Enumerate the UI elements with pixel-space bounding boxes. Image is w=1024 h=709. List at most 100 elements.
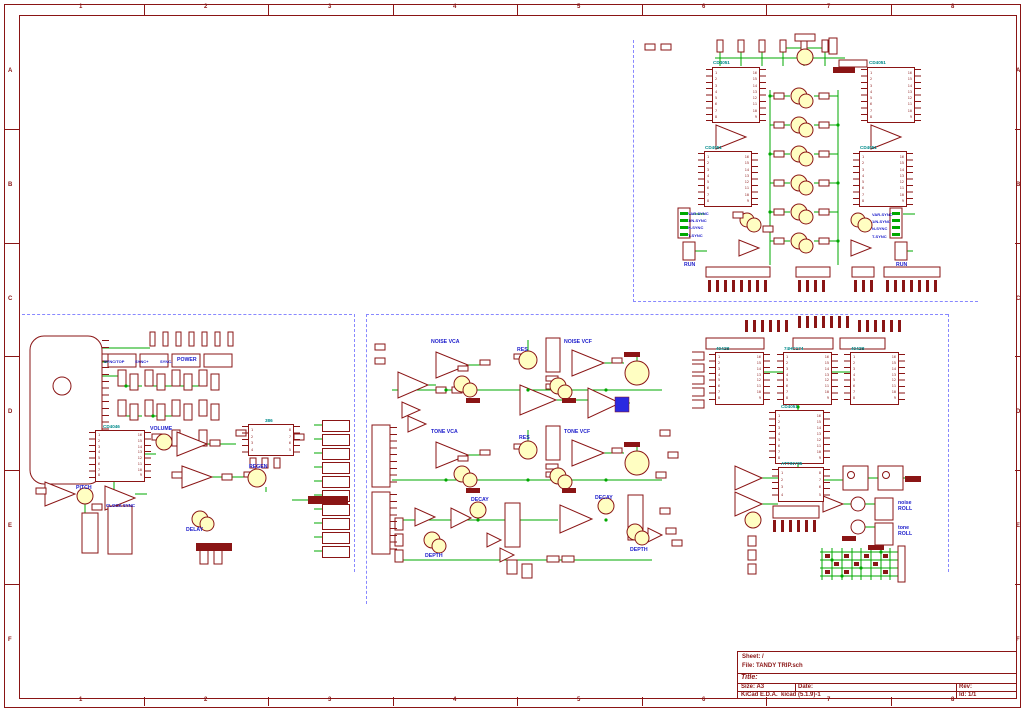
net-label-noise-vca[interactable]: NOISE VCA (431, 339, 460, 345)
pin-numbers: 1 2 3 4 5 6 7 8 (786, 355, 788, 402)
pin-numbers: 1 2 3 4 5 6 7 8 (853, 355, 855, 402)
pin-header[interactable] (854, 280, 874, 292)
net-label-regen[interactable]: REGEN (249, 464, 267, 470)
zone-col: 1 (79, 697, 82, 703)
ic-cd4051-1[interactable]: 1 2 3 4 5 6 7 8 16 15 14 13 12 11 10 9 (712, 67, 760, 123)
pin-header[interactable] (858, 320, 904, 332)
net-label-pitch[interactable]: PITCH (76, 485, 92, 491)
titleblock-date: Date: (798, 684, 813, 690)
pin-header[interactable] (745, 320, 791, 332)
pin-header[interactable] (798, 280, 830, 292)
tick (393, 4, 394, 15)
net-label-noise-vcf[interactable]: NOISE VCF (564, 339, 592, 345)
ic-cd4046[interactable]: 1 2 3 4 5 6 7 8 16 15 14 13 12 11 10 9 (95, 430, 145, 482)
pin-header[interactable] (773, 520, 819, 532)
schematic-graphics (22, 314, 357, 576)
connector[interactable] (322, 518, 350, 530)
zone-col: 4 (453, 697, 456, 703)
net-label-decay[interactable]: DECAY (471, 497, 489, 503)
title-block: Sheet: / File: TANDY TRIP.sch Title: Siz… (737, 651, 1017, 699)
zone-row: E (8, 523, 12, 529)
region-voices: NOISE VCA RES NOISE VCF TONE VCA RES TON… (362, 314, 692, 604)
net-label-depth[interactable]: DEPTH (425, 553, 443, 559)
connector[interactable] (322, 546, 350, 558)
net-label-depth[interactable]: DEPTH (630, 547, 648, 553)
connector[interactable] (322, 532, 350, 544)
connector[interactable] (322, 462, 350, 474)
ic-cd4051-2[interactable]: 1 2 3 4 5 6 7 8 16 15 14 13 12 11 10 9 (867, 67, 915, 123)
hier-label[interactable] (196, 543, 232, 551)
net-label-clock-sync[interactable]: CLOCK SYNC (106, 502, 135, 509)
connector-pins[interactable] (390, 427, 397, 485)
net-label-res[interactable]: RES (519, 435, 530, 441)
pin-header[interactable] (798, 316, 850, 328)
connector[interactable] (322, 476, 350, 488)
ic-value: CD4051 (869, 60, 886, 65)
connector[interactable] (322, 434, 350, 446)
titleblock-title: Title: (741, 674, 758, 681)
connector[interactable] (322, 448, 350, 460)
ic-4042-1[interactable]: 1 2 3 4 5 6 7 8 16 15 14 13 12 11 10 9 (715, 352, 764, 405)
ic-cd4051-5[interactable]: 1 2 3 4 5 6 7 8 16 15 14 13 12 11 10 9 (775, 410, 824, 464)
pin-numbers: 16 15 14 13 12 11 10 9 (908, 70, 912, 120)
connector[interactable] (322, 420, 350, 432)
net-label-run[interactable]: RUN (896, 262, 907, 268)
net-label-res[interactable]: RES (517, 347, 528, 353)
net-label-sync[interactable]: VAR-SYNC 1/N-SYNC N-SYNC T-SYNC (688, 210, 709, 239)
pin-numbers: 1 2 3 4 5 6 7 8 (870, 70, 872, 120)
zone-row: E (1016, 523, 1020, 529)
pin-numbers: 1 2 3 4 5 6 7 8 (778, 413, 780, 461)
pin-numbers: 8 7 6 5 (289, 427, 291, 453)
pin-numbers: 16 15 14 13 12 11 10 9 (900, 154, 904, 204)
zone-row: F (1016, 637, 1020, 643)
tick (517, 697, 518, 706)
ic-value: ATTINY85 (781, 461, 802, 466)
zone-col: 1 (79, 4, 82, 10)
net-label[interactable]: SYNC/TOP (104, 358, 124, 365)
net-label-noise-roll[interactable]: noise ROLL (898, 500, 912, 512)
hier-label[interactable] (833, 67, 855, 73)
ic-attiny85[interactable]: 1 2 3 4 8 7 6 5 (778, 467, 824, 502)
pin-numbers: 16 15 14 13 12 11 10 9 (138, 433, 142, 479)
net-label[interactable]: SYNC- (160, 358, 172, 365)
hier-label[interactable] (308, 496, 348, 504)
net-label-power[interactable]: POWER (177, 357, 197, 363)
net-label-tone-roll[interactable]: tone ROLL (898, 525, 912, 537)
net-label-decay[interactable]: DECAY (595, 495, 613, 501)
ic-value: 4042B (851, 346, 865, 351)
ic-74hc174[interactable]: 1 2 3 4 5 6 7 8 16 15 14 13 12 11 10 9 (783, 352, 832, 405)
titleblock-id: Id: 1/1 (959, 692, 976, 698)
zone-col: 5 (577, 697, 580, 703)
tick (642, 4, 643, 15)
titleblock-file: File: TANDY TRIP.sch (742, 663, 803, 669)
pin-header[interactable] (708, 280, 770, 292)
ic-value: 74HC174 (784, 346, 803, 351)
net-label[interactable]: SYNC+ (135, 358, 148, 365)
titleblock-sheet: Sheet: / (742, 654, 764, 660)
net-label-sync[interactable]: VAR-SYNC 1/N-SYNC N-SYNC T-SYNC (872, 211, 893, 240)
pin-header[interactable] (886, 280, 940, 292)
ic-cd4051-4[interactable]: 1 2 3 4 5 6 7 8 16 15 14 13 12 11 10 9 (859, 151, 907, 207)
connector-pins[interactable] (390, 494, 397, 552)
region-interface: SYNC/TOP SYNC+ SYNC- POWER CD4046 1 2 3 … (22, 314, 357, 576)
zone-col: 2 (204, 697, 207, 703)
ic-386[interactable]: 1 2 3 4 8 7 6 5 (248, 424, 294, 456)
ic-value: CD4051 (713, 60, 730, 65)
zone-row: F (8, 637, 12, 643)
net-label-delay[interactable]: DELAY (186, 527, 203, 533)
ic-4042-2[interactable]: 1 2 3 4 5 6 7 8 16 15 14 13 12 11 10 9 (850, 352, 899, 405)
tick (1015, 584, 1020, 585)
net-label-tone-vcf[interactable]: TONE VCF (564, 429, 590, 435)
connector[interactable] (322, 504, 350, 516)
ic-cd4051-3[interactable]: 1 2 3 4 5 6 7 8 16 15 14 13 12 11 10 9 (704, 151, 752, 207)
net-label-run[interactable]: RUN (684, 262, 695, 268)
pin-numbers: 1 2 3 4 5 6 7 8 (715, 70, 717, 120)
pin-numbers: 16 15 14 13 12 11 10 9 (892, 355, 896, 402)
net-label-volume[interactable]: VOLUME (150, 426, 172, 432)
zone-row: C (8, 296, 12, 302)
zone-row: D (1016, 409, 1020, 415)
net-label-tone-vca[interactable]: TONE VCA (431, 429, 458, 435)
divider (738, 683, 1017, 684)
zone-row: A (1016, 68, 1020, 74)
ic-value: 386 (265, 418, 273, 423)
